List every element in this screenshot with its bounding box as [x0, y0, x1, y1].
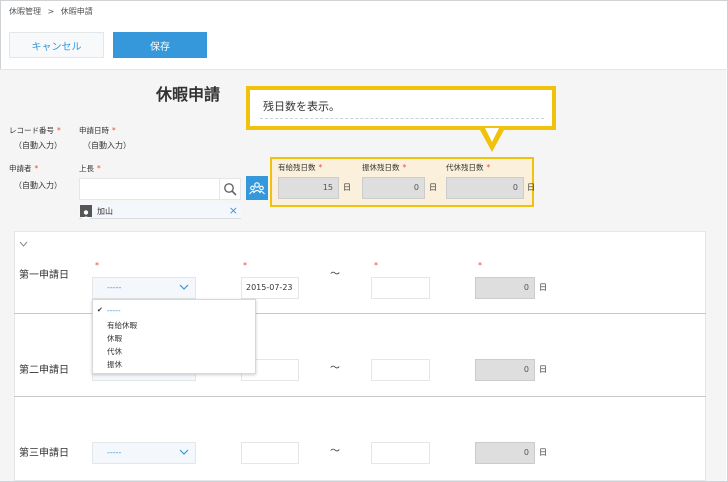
breadcrumb-current: 休暇申請: [60, 7, 93, 16]
paid-remaining-label: 有給残日数 *: [278, 162, 322, 173]
collapse-toggle[interactable]: [19, 240, 28, 249]
days-unit-third: 日: [539, 448, 547, 457]
substitute-remaining-field: 0: [362, 177, 425, 199]
end-date-input-third[interactable]: [371, 442, 430, 464]
chevron-down-icon: [19, 241, 28, 247]
callout-divider: [260, 118, 544, 119]
days-field-first: 0: [475, 277, 535, 299]
check-icon: ✔: [97, 306, 103, 314]
boss-search-input[interactable]: [79, 178, 220, 200]
required-mark: *: [318, 163, 323, 172]
apply-datetime-value: （自動入力）: [83, 141, 131, 150]
compensatory-remaining-field: 0: [446, 177, 524, 199]
chevron-down-icon: [179, 449, 189, 455]
search-icon: [224, 183, 237, 196]
required-mark: *: [95, 261, 99, 270]
start-date-input-third[interactable]: [241, 442, 299, 464]
range-tilde: 〜: [330, 446, 340, 457]
days-field-second: 0: [475, 359, 535, 381]
applicant-label: 申請者 *: [9, 163, 38, 174]
breadcrumb: 休暇管理 > 休暇申請: [9, 6, 93, 17]
record-number-label-text: レコード番号: [9, 126, 54, 135]
cancel-button[interactable]: キャンセル: [9, 32, 104, 58]
required-mark: *: [97, 164, 101, 173]
dropdown-option[interactable]: 有給休暇: [107, 320, 137, 331]
compensatory-remaining-label-text: 代休残日数: [446, 163, 484, 172]
row-label-second: 第二申請日: [19, 365, 69, 376]
avatar-icon: [80, 205, 92, 219]
required-mark: *: [486, 163, 491, 172]
selected-user-name: 加山: [97, 207, 113, 216]
end-date-input-first[interactable]: [371, 277, 430, 299]
remove-user-close-icon[interactable]: ×: [229, 204, 238, 217]
required-mark: *: [374, 261, 378, 270]
dropdown-option[interactable]: -----: [107, 306, 121, 315]
substitute-remaining-label: 振休残日数 *: [362, 162, 406, 173]
breadcrumb-parent[interactable]: 休暇管理: [9, 7, 41, 16]
selected-user-chip: 加山 ×: [79, 203, 241, 219]
callout-text: 残日数を表示。: [263, 100, 340, 113]
row-divider: [14, 396, 706, 397]
end-date-input-second[interactable]: [371, 359, 430, 381]
leave-type-dropdown-menu: ✔ ----- 有給休暇 休暇 代休 振休: [92, 299, 256, 374]
boss-label: 上長 *: [79, 163, 101, 174]
save-button[interactable]: 保存: [113, 32, 207, 58]
range-tilde: 〜: [330, 363, 340, 374]
record-number-label: レコード番号 *: [9, 125, 61, 136]
breadcrumb-separator: >: [47, 7, 55, 16]
leave-type-select-first[interactable]: -----: [92, 277, 196, 299]
applicant-label-text: 申請者: [9, 164, 32, 173]
substitute-remaining-unit: 日: [429, 183, 437, 192]
callout-tail-inner: [485, 128, 499, 142]
days-unit-first: 日: [539, 283, 547, 292]
compensatory-remaining-unit: 日: [527, 183, 535, 192]
form-title: 休暇申請: [156, 85, 221, 104]
people-icon: [249, 182, 265, 195]
required-mark: *: [402, 163, 407, 172]
required-mark: *: [34, 164, 39, 173]
start-date-input-first[interactable]: 2015-07-23: [241, 277, 299, 299]
applicant-value: （自動入力）: [14, 181, 62, 190]
range-tilde: 〜: [330, 269, 340, 280]
required-mark: *: [57, 126, 61, 135]
required-mark: *: [112, 126, 116, 135]
compensatory-remaining-label: 代休残日数 *: [446, 162, 490, 173]
select-value: -----: [107, 448, 122, 457]
paid-remaining-label-text: 有給残日数: [278, 163, 316, 172]
required-mark: *: [478, 261, 482, 270]
org-chart-button[interactable]: [246, 176, 268, 200]
apply-datetime-label: 申請日時 *: [79, 125, 116, 136]
dropdown-option[interactable]: 代休: [107, 346, 122, 357]
dropdown-option[interactable]: 休暇: [107, 333, 122, 344]
substitute-remaining-label-text: 振休残日数: [362, 163, 400, 172]
apply-datetime-label-text: 申請日時: [79, 126, 109, 135]
record-number-value: （自動入力）: [14, 141, 62, 150]
days-unit-second: 日: [539, 365, 547, 374]
dropdown-option[interactable]: 振休: [107, 359, 122, 370]
days-field-third: 0: [475, 442, 535, 464]
select-value: -----: [107, 283, 122, 292]
paid-remaining-field: 15: [278, 177, 339, 199]
leave-type-select-third[interactable]: -----: [92, 442, 196, 464]
row-label-third: 第三申請日: [19, 448, 69, 459]
chevron-down-icon: [179, 284, 189, 290]
callout-bubble: 残日数を表示。: [246, 86, 556, 130]
paid-remaining-unit: 日: [343, 183, 351, 192]
required-mark: *: [243, 261, 247, 270]
boss-label-text: 上長: [79, 164, 94, 173]
row-label-first: 第一申請日: [19, 270, 69, 281]
user-search-button[interactable]: [219, 178, 241, 200]
